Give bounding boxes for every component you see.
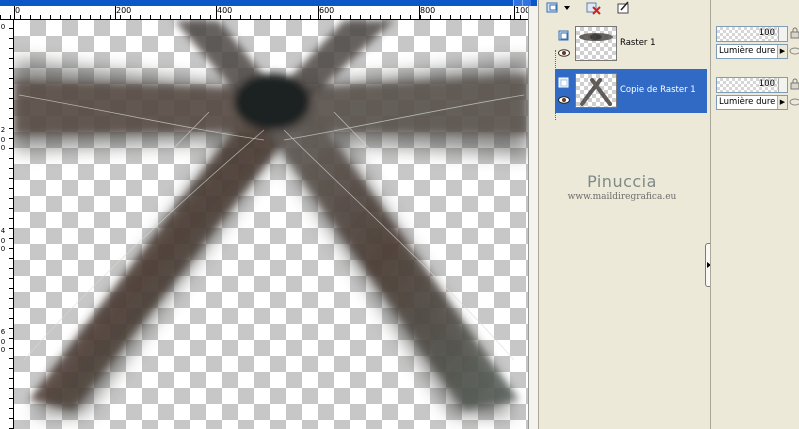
ruler-label: 0 — [0, 23, 6, 31]
image-canvas[interactable] — [14, 20, 528, 429]
layer-thumbnail — [575, 26, 617, 61]
layer-name: Copie de Raster 1 — [620, 85, 696, 95]
layer-name: Raster 1 — [620, 38, 656, 48]
layer-properties-row: 100 Lumière dure ▶ — [713, 73, 799, 113]
blend-mode-select[interactable]: Lumière dure ▶ — [716, 95, 788, 110]
ruler-label: 0 — [0, 338, 6, 346]
ruler-label: 0 — [0, 245, 6, 253]
chevron-right-icon: ▶ — [777, 45, 787, 58]
vertical-ruler: 0 2 0 0 4 0 0 6 0 0 — [0, 20, 14, 429]
ruler-label: 600 — [319, 6, 335, 15]
blend-mode-value: Lumière dure — [719, 97, 776, 107]
eye-icon[interactable] — [558, 96, 570, 104]
ruler-label: 0 — [0, 237, 6, 245]
ruler-label: 4 — [0, 227, 6, 235]
link-icon[interactable] — [789, 45, 799, 57]
chevron-right-icon: ▶ — [777, 96, 787, 109]
ruler-label: 800 — [420, 6, 436, 15]
layer-properties-column: 100 Lumière dure ▶ 100 Lumière dure ▶ — [710, 0, 799, 429]
new-raster-layer-icon — [546, 2, 570, 13]
horizontal-ruler: 0 200 400 600 800 100 — [0, 6, 537, 20]
canvas-artwork — [14, 20, 528, 415]
blend-mode-select[interactable]: Lumière dure ▶ — [716, 44, 788, 59]
mask-button[interactable] — [615, 0, 633, 16]
ruler-label: 0 — [0, 346, 6, 354]
ruler-label: 2 — [0, 126, 6, 134]
ruler-label: 0 — [15, 6, 21, 15]
new-layer-button[interactable] — [543, 0, 573, 16]
lock-icon[interactable] — [789, 78, 799, 90]
opacity-field[interactable]: 100 — [716, 77, 788, 93]
lock-icon[interactable] — [789, 27, 799, 39]
opacity-field[interactable]: 100 — [716, 26, 788, 42]
layer-row-copie-de-raster-1[interactable]: Copie de Raster 1 — [555, 69, 707, 113]
mask-icon — [617, 1, 629, 14]
eye-icon[interactable] — [558, 49, 570, 57]
raster-layer-icon — [558, 30, 569, 41]
opacity-spinner[interactable] — [778, 27, 787, 41]
layer-row-raster-1[interactable]: Raster 1 — [555, 22, 707, 66]
layer-properties-row: 100 Lumière dure ▶ — [713, 22, 799, 62]
blend-mode-value: Lumière dure — [719, 46, 776, 56]
ruler-label: 6 — [0, 328, 6, 336]
link-icon[interactable] — [789, 96, 799, 108]
raster-layer-icon — [558, 77, 569, 88]
opacity-value: 100 — [758, 79, 775, 89]
delete-layer-icon — [586, 2, 601, 15]
layers-toolbar — [539, 0, 709, 18]
ruler-label: 400 — [217, 6, 233, 15]
opacity-spinner[interactable] — [778, 78, 787, 92]
layers-palette: Raster 1 Copie de Raster 1 Pinuccia www.… — [538, 0, 713, 429]
canvas-vertical-scrollbar[interactable] — [528, 6, 538, 429]
ruler-label: 0 — [0, 144, 6, 152]
watermark: Pinuccia www.maildiregrafica.eu — [557, 172, 687, 202]
watermark-title: Pinuccia — [587, 172, 657, 191]
delete-layer-button[interactable] — [583, 0, 603, 16]
watermark-url: www.maildiregrafica.eu — [567, 192, 677, 202]
opacity-value: 100 — [758, 28, 775, 38]
layer-thumbnail — [575, 73, 617, 108]
ruler-label: 0 — [0, 136, 6, 144]
ruler-label: 200 — [116, 6, 132, 15]
